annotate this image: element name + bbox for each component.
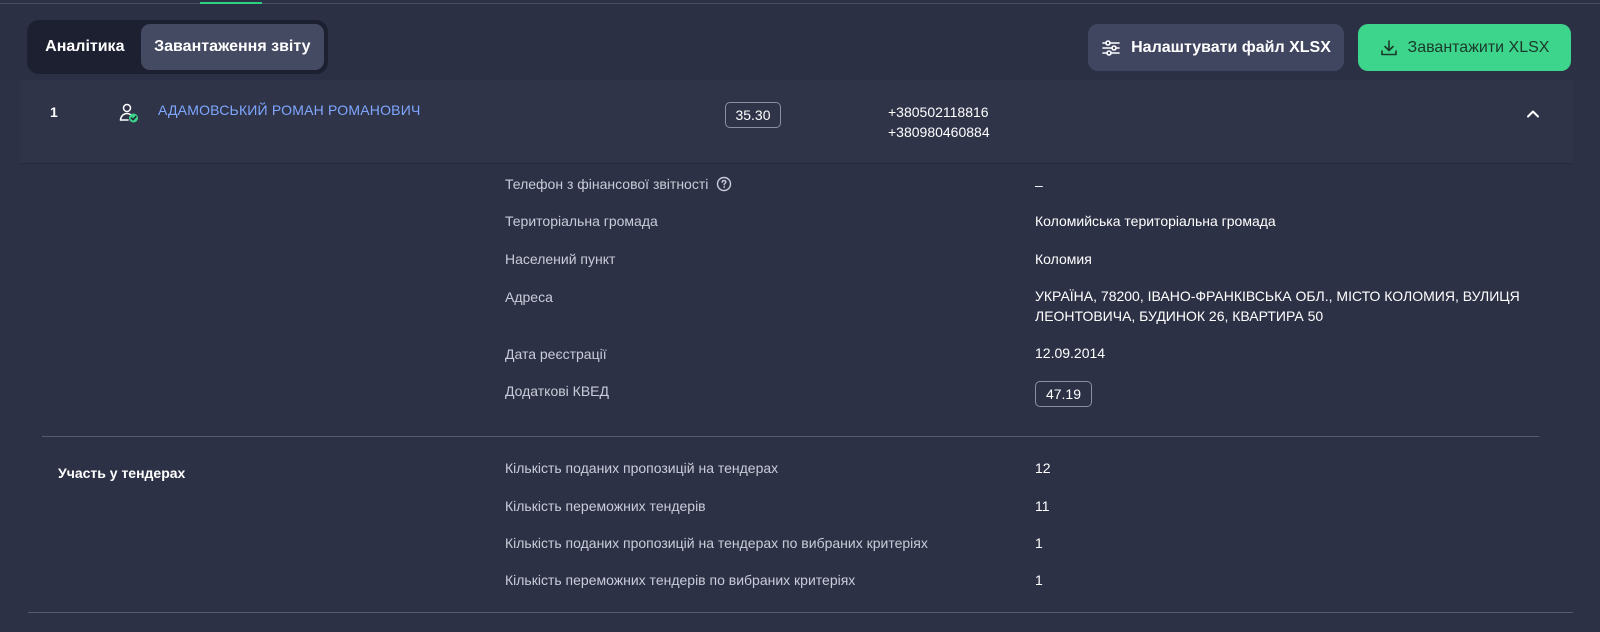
section-divider (42, 436, 1539, 437)
tender-label-offers: Кількість поданих пропозицій на тендерах (505, 460, 779, 476)
toolbar: Аналітика Завантаження звіту Налаштувати… (0, 4, 1600, 80)
detail-label-address: Адреса (505, 289, 553, 305)
phone-number: +380502118816 (888, 104, 989, 120)
person-verified-icon (118, 102, 140, 129)
download-xlsx-button[interactable]: Завантажити XLSX (1358, 24, 1571, 71)
tender-label-offers-criteria: Кількість поданих пропозицій на тендерах… (505, 535, 928, 551)
help-icon[interactable] (716, 176, 732, 192)
detail-label-text: Телефон з фінансової звітності (505, 176, 709, 192)
tab-report-download[interactable]: Завантаження звіту (140, 24, 324, 70)
detail-label-phone: Телефон з фінансової звітності (505, 176, 732, 192)
configure-xlsx-label: Налаштувати файл XLSX (1131, 38, 1331, 56)
phone-list: +380502118816 +380980460884 (888, 102, 990, 142)
chevron-up-icon[interactable] (1525, 106, 1541, 127)
settings-sliders-icon (1101, 38, 1121, 58)
tender-label-wins-criteria: Кількість переможних тендерів по вибрани… (505, 572, 856, 588)
detail-label-community: Територіальна громада (505, 213, 658, 229)
tender-value-offers: 12 (1035, 460, 1051, 476)
detail-label-kved: Додаткові КВЕД (505, 383, 609, 399)
detail-value-phone: – (1035, 177, 1043, 193)
detail-label-registration-date: Дата реєстрації (505, 346, 607, 362)
result-row[interactable]: 1 АДАМОВСЬКИЙ РОМАН РОМАНОВИЧ 35.30 +380… (20, 80, 1573, 164)
configure-xlsx-button[interactable]: Налаштувати файл XLSX (1088, 24, 1344, 71)
person-name-link[interactable]: АДАМОВСЬКИЙ РОМАН РОМАНОВИЧ (158, 102, 421, 118)
detail-label-locality: Населений пункт (505, 251, 616, 267)
tender-value-offers-criteria: 1 (1035, 535, 1043, 551)
detail-value-registration-date: 12.09.2014 (1035, 345, 1106, 361)
tender-label-wins: Кількість переможних тендерів (505, 498, 706, 514)
download-icon (1380, 39, 1398, 57)
kved-tag: 47.19 (1035, 381, 1092, 407)
tab-analytics[interactable]: Аналітика (31, 24, 139, 70)
detail-value-address: УКРАЇНА, 78200, ІВАНО-ФРАНКІВСЬКА ОБЛ., … (1035, 288, 1520, 324)
row-number: 1 (50, 104, 58, 120)
detail-value-kved: 47.19 (1035, 381, 1555, 407)
phone-number: +380980460884 (888, 124, 990, 140)
score-badge: 35.30 (725, 102, 781, 128)
detail-value-community: Коломийська територіальна громада (1035, 213, 1276, 229)
bottom-divider (28, 612, 1573, 613)
section-title-tenders: Участь у тендерах (58, 465, 186, 481)
row-details: Телефон з фінансової звітності – Територ… (28, 164, 1573, 632)
download-xlsx-label: Завантажити XLSX (1407, 38, 1550, 56)
view-switcher: Аналітика Завантаження звіту (27, 20, 328, 74)
tender-value-wins: 11 (1035, 498, 1050, 514)
detail-value-locality: Коломия (1035, 251, 1092, 267)
tender-value-wins-criteria: 1 (1035, 572, 1043, 588)
